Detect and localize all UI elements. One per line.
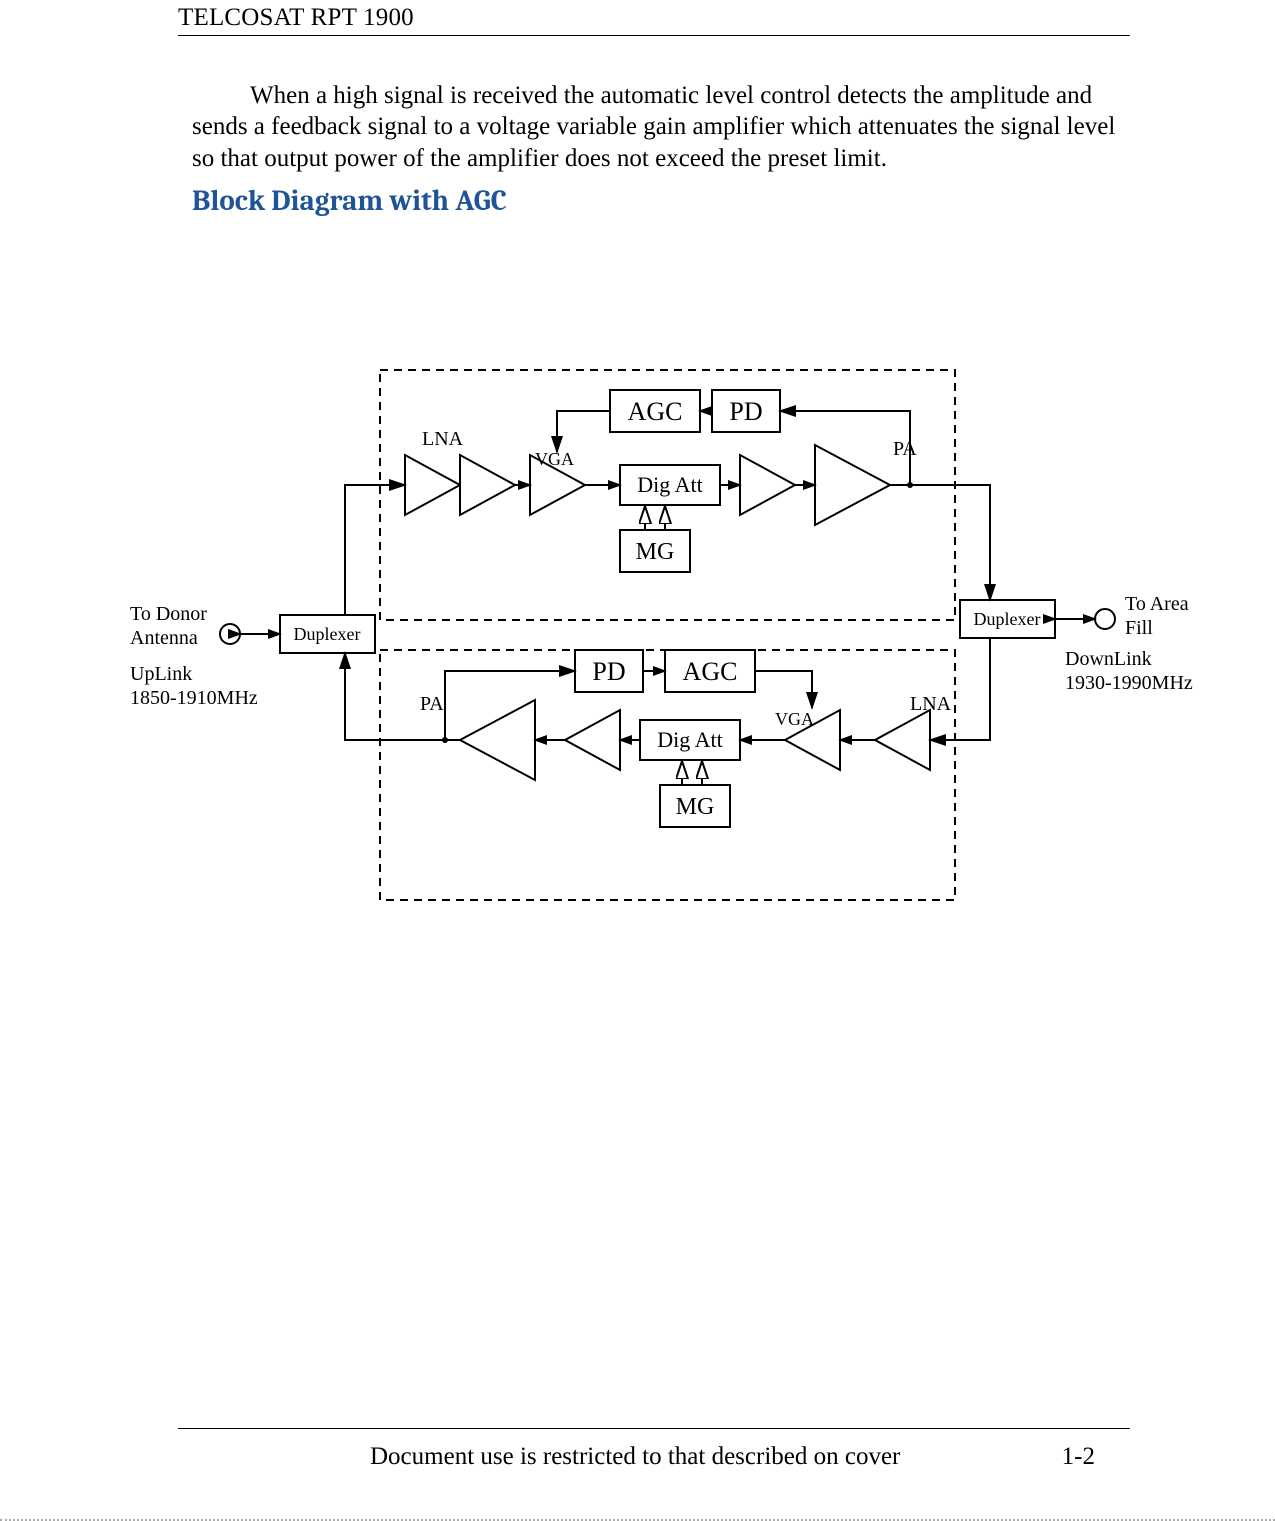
vga-text-top: VGA bbox=[535, 449, 574, 469]
document-title: TELCOSAT RPT 1900 bbox=[178, 4, 1130, 32]
left-antenna-label-2: Antenna bbox=[130, 627, 198, 649]
right-antenna-icon bbox=[1095, 609, 1115, 629]
lna-amp-2-top bbox=[460, 455, 515, 515]
vga-text-bottom: VGA bbox=[775, 709, 814, 729]
pa-amp-bottom bbox=[460, 700, 535, 780]
footer-page-number: 1-2 bbox=[1062, 1443, 1095, 1471]
pa-text-top: PA bbox=[893, 438, 917, 460]
lna-amp-bottom bbox=[875, 710, 930, 770]
uplink-label-2: 1850-1910MHz bbox=[130, 687, 258, 709]
dig-att-label-bottom: Dig Att bbox=[657, 727, 722, 752]
amp-after-digatt-bottom bbox=[565, 710, 620, 770]
right-antenna-label-2: Fill bbox=[1125, 617, 1153, 639]
uplink-label-1: UpLink bbox=[130, 663, 192, 685]
agc-label-bottom: AGC bbox=[683, 657, 738, 686]
pa-text-bottom: PA bbox=[420, 693, 444, 715]
mg-label-top: MG bbox=[636, 539, 675, 565]
body-paragraph: When a high signal is received the autom… bbox=[192, 80, 1120, 174]
pa-amp-top bbox=[815, 445, 890, 525]
footer-rule bbox=[178, 1428, 1130, 1429]
left-antenna-icon bbox=[220, 624, 240, 644]
left-duplexer-label: Duplexer bbox=[294, 624, 361, 644]
pd-label-bottom: PD bbox=[592, 657, 625, 686]
right-antenna-label-1: To Area bbox=[1125, 593, 1189, 615]
lna-text-top: LNA bbox=[422, 428, 464, 450]
footer-text: Document use is restricted to that descr… bbox=[370, 1443, 900, 1471]
agc-label-top: AGC bbox=[628, 397, 683, 426]
mg-label-bottom: MG bbox=[676, 794, 715, 820]
dig-att-label-top: Dig Att bbox=[637, 472, 702, 497]
block-diagram: Dig Att AGC PD MG LNA VGA PA bbox=[120, 310, 1220, 960]
amp-after-digatt-top bbox=[740, 455, 795, 515]
downlink-label-2: 1930-1990MHz bbox=[1065, 672, 1193, 694]
downlink-label-1: DownLink bbox=[1065, 648, 1152, 670]
lna-text-bottom: LNA bbox=[910, 693, 952, 715]
left-antenna-label-1: To Donor bbox=[130, 603, 207, 625]
lna-amp-1-top bbox=[405, 455, 460, 515]
section-heading: Block Diagram with AGC bbox=[192, 185, 507, 218]
pd-label-top: PD bbox=[729, 397, 762, 426]
header-rule bbox=[178, 35, 1130, 36]
right-duplexer-label: Duplexer bbox=[974, 609, 1041, 629]
document-header: TELCOSAT RPT 1900 bbox=[178, 4, 1130, 36]
